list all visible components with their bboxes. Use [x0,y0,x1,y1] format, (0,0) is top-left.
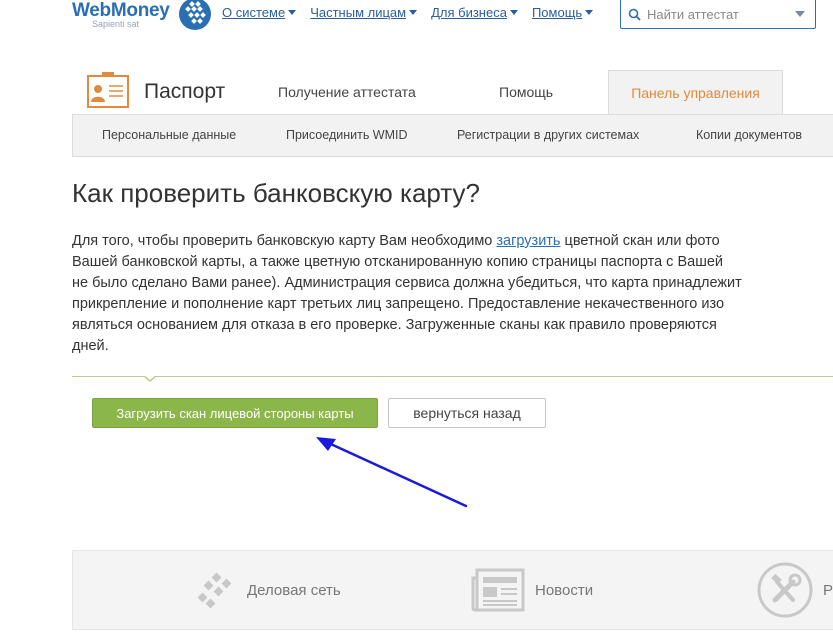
page-title: Как проверить банковскую карту? [72,178,480,208]
upload-card-front-button[interactable]: Загрузить скан лицевой стороны карты [92,398,378,428]
nav-about-system[interactable]: О системе [222,5,297,20]
paragraph-line: Вашей банковской карты, а также цветную … [72,254,723,270]
divider-notch [143,375,157,382]
search-icon [628,8,641,21]
annotation-arrow-icon [316,437,468,508]
tab-help[interactable]: Помощь [499,84,553,100]
chevron-down-icon [585,10,594,15]
nav-business[interactable]: Для бизнеса [431,5,518,20]
newspaper-icon [471,568,525,612]
upload-link[interactable]: загрузить [496,233,560,249]
nav-label: О системе [222,5,286,20]
footer-label: Ра [823,581,833,599]
logo-tagline: Sapienti sat [92,19,140,29]
subnav-attach-wmid[interactable]: Присоединить WMID [286,128,408,142]
paragraph-text: цветной скан или фото [560,233,720,249]
passport-badge-icon [87,72,129,108]
nav-label: Для бизнеса [431,5,507,20]
nav-help[interactable]: Помощь [531,5,594,20]
passport-title[interactable]: Паспорт [144,80,225,104]
footer-tools[interactable]: Ра [757,551,833,629]
search-input[interactable] [647,4,797,24]
nav-label: Частным лицам [310,5,407,20]
chevron-down-icon [409,10,418,15]
go-back-button[interactable]: вернуться назад [388,398,546,428]
subnav-personal-data[interactable]: Персональные данные [102,128,236,142]
subnav-other-registrations[interactable]: Регистрации в других системах [457,128,639,142]
paragraph-line: Для того, чтобы проверить банковскую кар… [72,231,833,252]
paragraph-line: прикрепление и пополнение карт третьих л… [72,296,725,312]
paragraph-line: являться основанием для отказа в его про… [72,317,717,333]
business-network-icon [197,572,232,609]
tab-control-panel[interactable]: Панель управления [608,70,783,115]
subnav-document-copies[interactable]: Копии документов [696,128,802,142]
instruction-paragraph: Для того, чтобы проверить банковскую кар… [72,231,833,361]
nav-label: Помощь [531,5,583,20]
tools-icon [757,562,813,618]
chevron-down-icon [288,10,297,15]
chevron-down-icon[interactable] [795,11,805,17]
nav-individuals[interactable]: Частным лицам [310,5,418,20]
paragraph-text: Для того, чтобы проверить банковскую кар… [72,233,497,249]
footer-news[interactable]: Новости [471,551,593,629]
passport-subnav: Персональные данные Присоединить WMID Ре… [72,114,833,157]
tab-get-attestat[interactable]: Получение аттестата [278,84,416,100]
top-navigation: О системе Частным лицам Для бизнеса Помо… [222,5,607,20]
paragraph-line: дней. [72,338,109,354]
paragraph-line: не было сделано Вами ранее). Администрац… [72,275,742,291]
section-divider [72,376,833,377]
footer-business-network[interactable]: Деловая сеть [195,551,341,629]
footer-label: Новости [535,581,594,599]
footer-label: Деловая сеть [247,581,341,599]
footer-services: Деловая сеть Новости Ра [72,550,833,630]
attestat-search-box [620,0,816,29]
webmoney-globe-icon [179,0,211,30]
chevron-down-icon [509,10,518,15]
